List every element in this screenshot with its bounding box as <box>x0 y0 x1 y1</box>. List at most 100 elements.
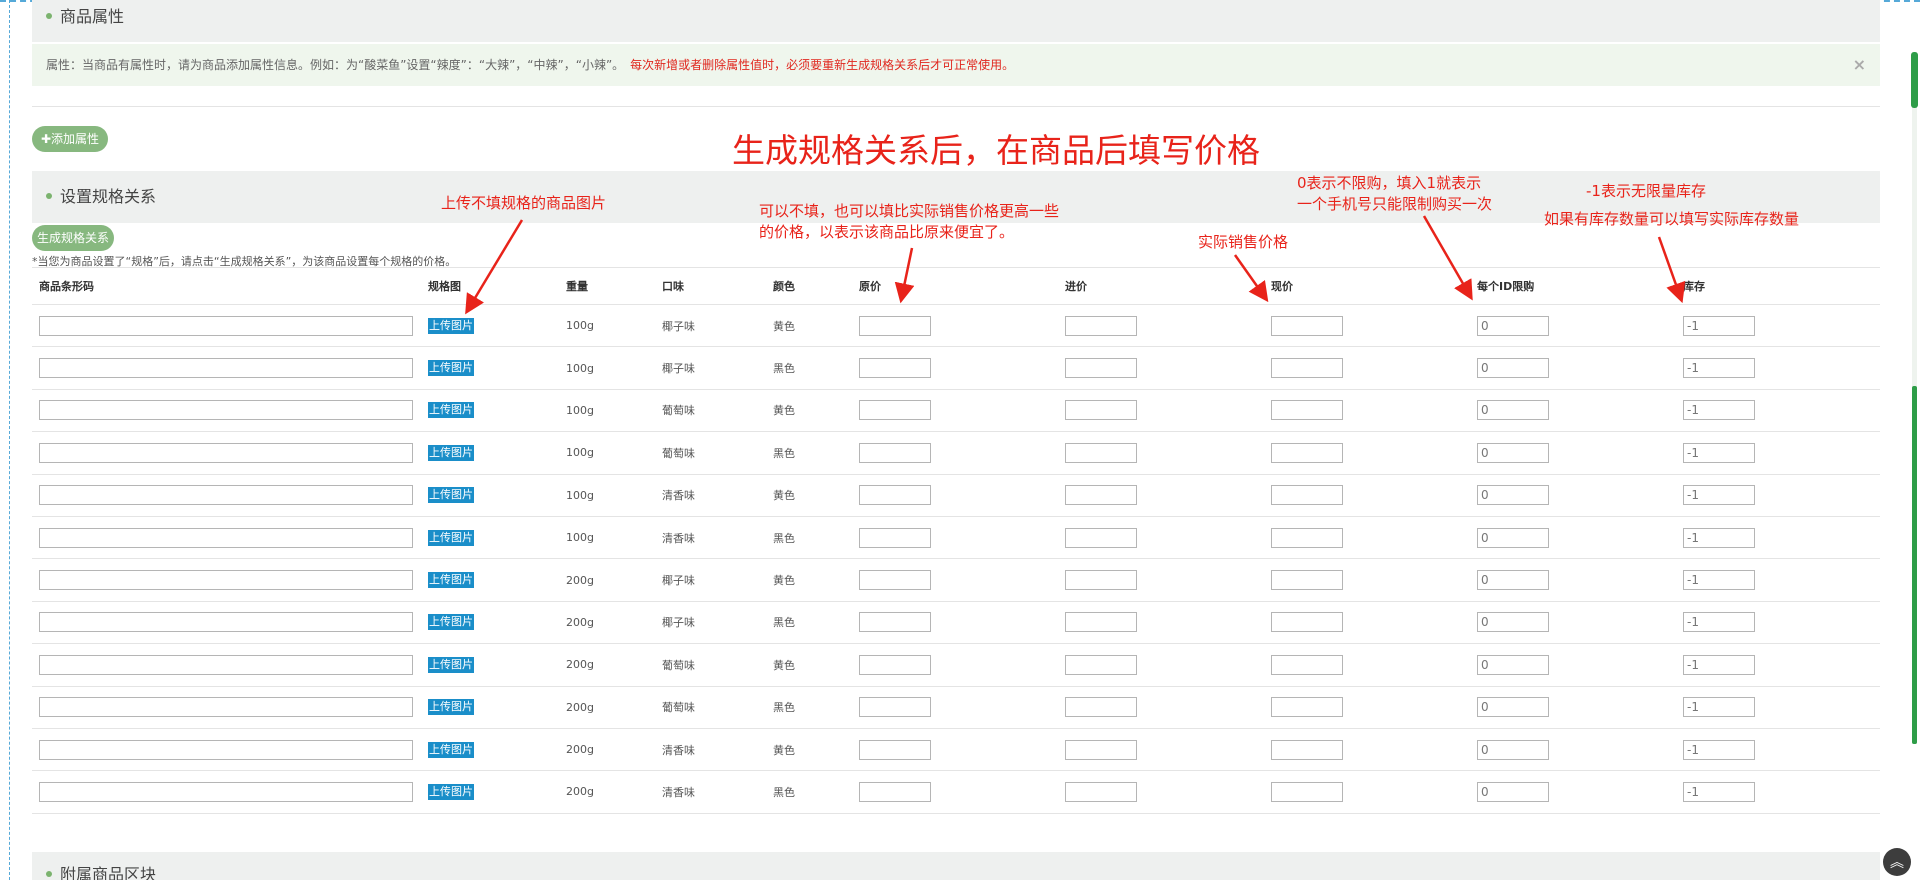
stock-input[interactable] <box>1683 570 1755 591</box>
limit-input[interactable] <box>1477 527 1549 548</box>
cost-price-input[interactable] <box>1065 612 1137 633</box>
table-row: 上传图片 100g 葡萄味 黄色 <box>32 390 1880 433</box>
original-price-input[interactable] <box>859 654 931 675</box>
cost-price-input[interactable] <box>1065 527 1137 548</box>
limit-cell <box>1477 517 1549 558</box>
barcode-input[interactable] <box>39 570 413 591</box>
cost-price-input[interactable] <box>1065 739 1137 760</box>
original-price-input[interactable] <box>859 697 931 718</box>
upload-image-button[interactable]: 上传图片 <box>428 572 474 589</box>
limit-input[interactable] <box>1477 358 1549 379</box>
original-price-input[interactable] <box>859 570 931 591</box>
barcode-input[interactable] <box>39 697 413 718</box>
upload-image-button[interactable]: 上传图片 <box>428 529 474 546</box>
barcode-input[interactable] <box>39 442 413 463</box>
original-price-input[interactable] <box>859 781 931 802</box>
stock-input[interactable] <box>1683 400 1755 421</box>
price-input[interactable] <box>1271 400 1343 421</box>
limit-input[interactable] <box>1477 739 1549 760</box>
barcode-input[interactable] <box>39 527 413 548</box>
price-input[interactable] <box>1271 527 1343 548</box>
original-price-input[interactable] <box>859 358 931 379</box>
upload-image-button[interactable]: 上传图片 <box>428 783 474 800</box>
annotation-arrows <box>465 215 1686 315</box>
upload-image-button[interactable]: 上传图片 <box>428 614 474 631</box>
upload-image-button[interactable]: 上传图片 <box>428 656 474 673</box>
stock-input[interactable] <box>1683 781 1755 802</box>
upload-image-button[interactable]: 上传图片 <box>428 317 474 334</box>
original-price-input[interactable] <box>859 442 931 463</box>
upload-image-button[interactable]: 上传图片 <box>428 360 474 377</box>
limit-input[interactable] <box>1477 781 1549 802</box>
barcode-input[interactable] <box>39 400 413 421</box>
limit-cell <box>1477 347 1549 388</box>
cost-price-input[interactable] <box>1065 485 1137 506</box>
price-input[interactable] <box>1271 654 1343 675</box>
original-price-input[interactable] <box>859 612 931 633</box>
table-row: 上传图片 200g 葡萄味 黑色 <box>32 687 1880 729</box>
price-input[interactable] <box>1271 442 1343 463</box>
scrollbar-top-thumb[interactable] <box>1911 52 1918 108</box>
cost-price-input[interactable] <box>1065 570 1137 591</box>
cost-price-input[interactable] <box>1065 358 1137 379</box>
barcode-input[interactable] <box>39 654 413 675</box>
stock-input[interactable] <box>1683 442 1755 463</box>
stock-input[interactable] <box>1683 485 1755 506</box>
original-price-input[interactable] <box>859 527 931 548</box>
original-price-input[interactable] <box>859 739 931 760</box>
upload-image-button[interactable]: 上传图片 <box>428 487 474 504</box>
cost-price-input[interactable] <box>1065 442 1137 463</box>
back-to-top-icon[interactable]: ︽ <box>1883 848 1911 876</box>
original-price-cell <box>859 390 931 431</box>
weight-cell: 200g <box>566 700 594 714</box>
original-price-input[interactable] <box>859 400 931 421</box>
cost-price-input[interactable] <box>1065 654 1137 675</box>
limit-input[interactable] <box>1477 485 1549 506</box>
stock-input[interactable] <box>1683 358 1755 379</box>
limit-input[interactable] <box>1477 612 1549 633</box>
original-price-cell <box>859 729 931 770</box>
upload-image-button[interactable]: 上传图片 <box>428 444 474 461</box>
flavor-cell: 葡萄味 <box>662 404 695 418</box>
limit-input[interactable] <box>1477 654 1549 675</box>
stock-cell <box>1683 559 1755 600</box>
original-price-input[interactable] <box>859 485 931 506</box>
barcode-input[interactable] <box>39 485 413 506</box>
stock-cell <box>1683 347 1755 388</box>
cost-price-input[interactable] <box>1065 697 1137 718</box>
barcode-input[interactable] <box>39 612 413 633</box>
upload-image-button[interactable]: 上传图片 <box>428 402 474 419</box>
price-input[interactable] <box>1271 739 1343 760</box>
upload-image-button[interactable]: 上传图片 <box>428 699 474 716</box>
price-input[interactable] <box>1271 485 1343 506</box>
price-input[interactable] <box>1271 781 1343 802</box>
stock-cell <box>1683 771 1755 812</box>
stock-input[interactable] <box>1683 739 1755 760</box>
barcode-cell <box>39 771 413 812</box>
color-cell: 黑色 <box>773 362 795 376</box>
stock-input[interactable] <box>1683 654 1755 675</box>
cost-price-input[interactable] <box>1065 400 1137 421</box>
image-cell: 上传图片 <box>428 771 474 812</box>
stock-input[interactable] <box>1683 612 1755 633</box>
weight-cell: 100g <box>566 488 594 502</box>
price-input[interactable] <box>1271 570 1343 591</box>
barcode-input[interactable] <box>39 739 413 760</box>
limit-input[interactable] <box>1477 400 1549 421</box>
price-cell <box>1271 347 1343 388</box>
price-input[interactable] <box>1271 358 1343 379</box>
price-input[interactable] <box>1271 612 1343 633</box>
upload-image-button[interactable]: 上传图片 <box>428 741 474 758</box>
scrollbar-thumb[interactable] <box>1912 386 1917 744</box>
limit-input[interactable] <box>1477 442 1549 463</box>
barcode-input[interactable] <box>39 781 413 802</box>
barcode-cell <box>39 729 413 770</box>
limit-input[interactable] <box>1477 697 1549 718</box>
price-input[interactable] <box>1271 697 1343 718</box>
cost-price-input[interactable] <box>1065 781 1137 802</box>
barcode-input[interactable] <box>39 358 413 379</box>
stock-input[interactable] <box>1683 527 1755 548</box>
stock-input[interactable] <box>1683 697 1755 718</box>
limit-input[interactable] <box>1477 570 1549 591</box>
scrollbar[interactable] <box>1912 52 1917 744</box>
